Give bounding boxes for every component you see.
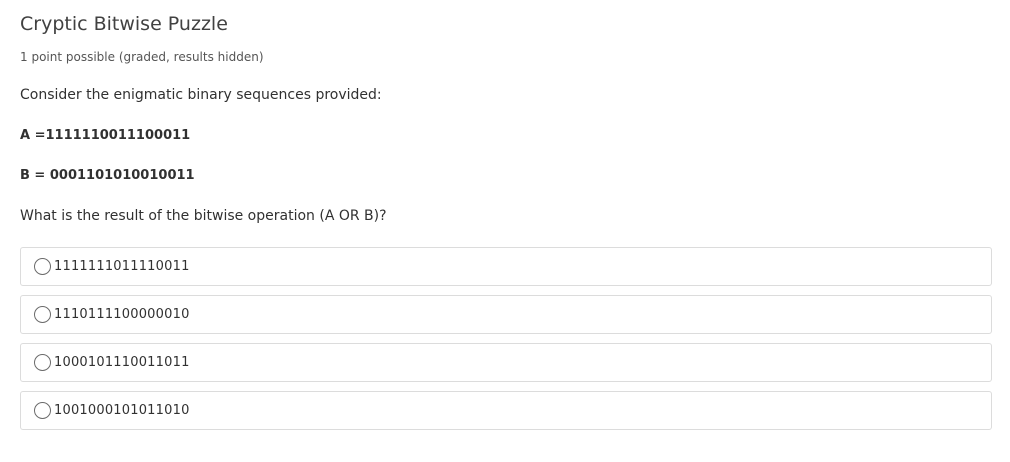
choice-label: 1111111011110011	[54, 259, 190, 274]
radio-button[interactable]	[34, 306, 51, 323]
problem-prompt: Consider the enigmatic binary sequences …	[20, 87, 382, 103]
question-text: What is the result of the bitwise operat…	[20, 208, 387, 224]
problem-title: Cryptic Bitwise Puzzle	[20, 13, 228, 35]
choice-option-4[interactable]: 1001000101011010	[20, 391, 992, 430]
choice-label: 1000101110011011	[54, 355, 190, 370]
choice-option-1[interactable]: 1111111011110011	[20, 247, 992, 286]
radio-button[interactable]	[34, 354, 51, 371]
sequence-b: B = 0001101010010011	[20, 168, 195, 183]
radio-button[interactable]	[34, 402, 51, 419]
choice-option-3[interactable]: 1000101110011011	[20, 343, 992, 382]
choice-option-2[interactable]: 1110111100000010	[20, 295, 992, 334]
choice-label: 1110111100000010	[54, 307, 190, 322]
choice-list: 1111111011110011 1110111100000010 100010…	[20, 247, 992, 439]
choice-label: 1001000101011010	[54, 403, 190, 418]
points-info: 1 point possible (graded, results hidden…	[20, 50, 264, 64]
radio-button[interactable]	[34, 258, 51, 275]
sequence-a: A =1111110011100011	[20, 128, 191, 143]
